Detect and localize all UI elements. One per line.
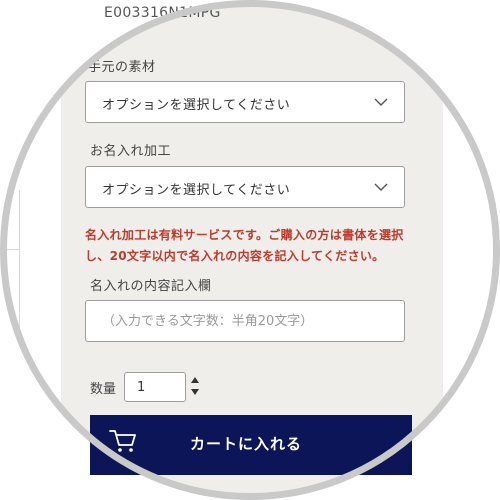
quantity-label: 数量 xyxy=(90,382,117,397)
left-divider-tick xyxy=(5,249,20,250)
quantity-stepper[interactable] xyxy=(190,374,202,400)
stepper-down-icon[interactable] xyxy=(191,389,199,395)
screenshot-frame: E003316N1MPG 手元の素材 オプションを選択してください お名入れ加工… xyxy=(0,0,500,500)
left-divider xyxy=(19,190,20,330)
cart-icon xyxy=(109,430,136,452)
chevron-down-icon xyxy=(374,183,388,191)
left-page-area xyxy=(5,5,61,495)
engraving-text-input[interactable] xyxy=(85,300,405,342)
stepper-up-icon[interactable] xyxy=(191,377,199,383)
engraving-option-label: お名入れ加工 xyxy=(90,144,172,159)
engraving-option-select[interactable]: オプションを選択してください xyxy=(85,166,405,208)
material-select-value: オプションを選択してください xyxy=(102,98,291,113)
material-label: 手元の素材 xyxy=(88,60,156,75)
product-sku: E003316N1MPG xyxy=(104,5,221,21)
engraving-notice: 名入れ加工は有料サービスです。ご購入の方は書体を選択 し、20文字以内で名入れの… xyxy=(85,225,405,267)
engraving-notice-line-1: 名入れ加工は有料サービスです。ご購入の方は書体を選択 xyxy=(85,228,404,242)
add-to-cart-label: カートに入れる xyxy=(190,436,303,453)
right-page-area xyxy=(443,5,495,495)
quantity-input[interactable] xyxy=(124,372,186,402)
engraving-option-select-value: オプションを選択してください xyxy=(102,183,291,198)
chevron-down-icon xyxy=(374,98,388,106)
material-select[interactable]: オプションを選択してください xyxy=(85,81,405,123)
engraving-text-label: 名入れの内容記入欄 xyxy=(90,279,212,294)
add-to-cart-button[interactable]: カートに入れる xyxy=(90,415,412,475)
engraving-notice-line-2: し、20文字以内で名入れの内容を記入してください。 xyxy=(85,249,385,263)
